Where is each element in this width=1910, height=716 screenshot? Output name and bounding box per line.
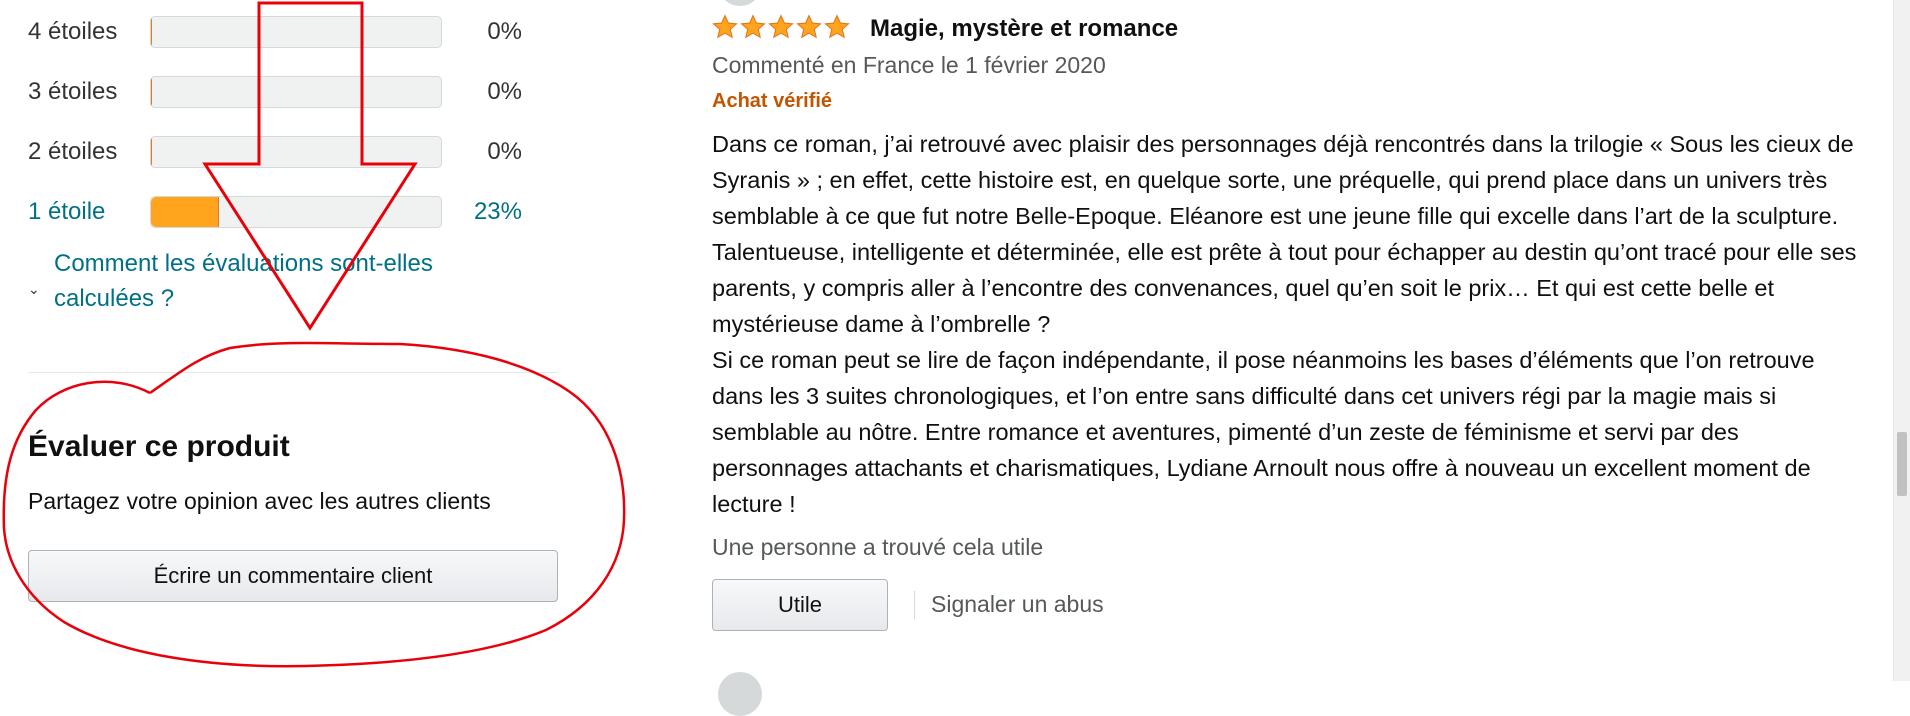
histogram-fill (151, 197, 219, 227)
write-review-button[interactable]: Écrire un commentaire client (28, 550, 558, 602)
how-ratings-calculated-link[interactable]: ⌄ Comment les évaluations sont-elles cal… (28, 246, 468, 316)
review-paragraph: Dans ce roman, j’ai retrouvé avec plaisi… (712, 131, 1857, 337)
histogram-percent[interactable]: 23% (442, 198, 522, 226)
histogram-bar[interactable] (150, 196, 442, 228)
helpful-button[interactable]: Utile (712, 579, 888, 631)
histogram-label: 4 étoiles (28, 18, 118, 45)
histogram-label: 3 étoiles (28, 78, 118, 105)
histogram-percent: 0% (487, 18, 522, 45)
histogram-row-3-stars[interactable]: 3 étoiles 0% (28, 74, 522, 110)
histogram-fill (151, 77, 152, 107)
review-date: Commenté en France le 1 février 2020 (712, 52, 1106, 78)
histogram-row-2-stars[interactable]: 2 étoiles 0% (28, 134, 522, 170)
vertical-scrollbar[interactable] (1893, 0, 1910, 681)
avatar (718, 0, 762, 6)
avatar (718, 672, 762, 716)
histogram-bar (150, 16, 442, 48)
review-this-product-subtitle: Partagez votre opinion avec les autres c… (28, 488, 491, 514)
star-icon (796, 14, 822, 39)
review-this-product-title: Évaluer ce produit (28, 430, 290, 463)
review-paragraph: Si ce roman peut se lire de façon indépe… (712, 347, 1815, 517)
histogram-row-1-star[interactable]: 1 étoile 23% (28, 194, 522, 230)
histogram-percent: 0% (487, 138, 522, 165)
chevron-down-icon: ⌄ (28, 281, 40, 297)
star-icon (712, 14, 738, 39)
vertical-separator (914, 591, 915, 619)
review-body: Dans ce roman, j’ai retrouvé avec plaisi… (712, 126, 1872, 522)
star-icon (824, 14, 850, 39)
histogram-bar (150, 76, 442, 108)
star-icon (768, 14, 794, 39)
histogram-label: 2 étoiles (28, 138, 118, 165)
histogram-fill (151, 17, 152, 47)
report-abuse-link[interactable]: Signaler un abus (931, 591, 1104, 618)
histogram-percent: 0% (487, 78, 522, 105)
histogram-bar (150, 136, 442, 168)
star-icon (740, 14, 766, 39)
review-title[interactable]: Magie, mystère et romance (870, 15, 1178, 43)
histogram-row-4-stars[interactable]: 4 étoiles 0% (28, 14, 522, 50)
section-divider (28, 372, 558, 373)
scrollbar-thumb[interactable] (1897, 432, 1907, 496)
how-ratings-calculated-text[interactable]: Comment les évaluations sont-elles calcu… (54, 246, 464, 316)
helpful-count: Une personne a trouvé cela utile (712, 534, 1044, 560)
histogram-label[interactable]: 1 étoile (28, 198, 150, 226)
histogram-fill (151, 137, 152, 167)
verified-purchase-badge: Achat vérifié (712, 90, 833, 112)
star-rating[interactable] (712, 14, 850, 40)
